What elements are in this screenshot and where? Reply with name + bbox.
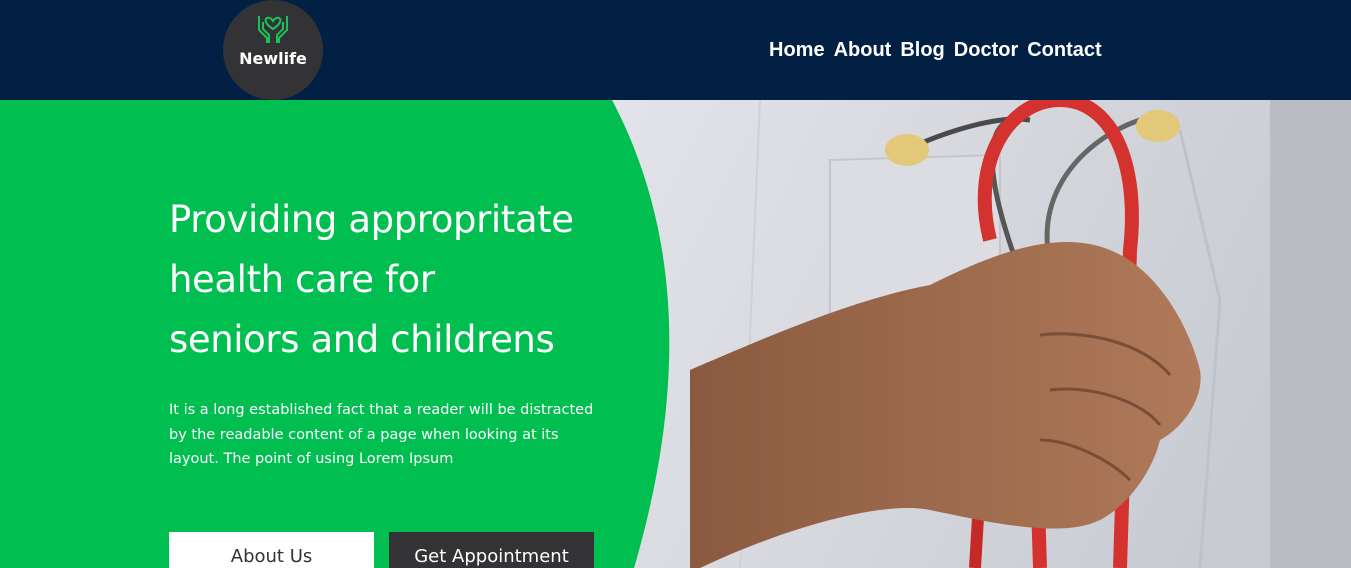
- brand-name: Newlife: [239, 49, 307, 68]
- nav-about[interactable]: About: [834, 38, 892, 62]
- nav-doctor[interactable]: Doctor: [954, 38, 1018, 62]
- hero-description: It is a long established fact that a rea…: [169, 402, 594, 467]
- nav-blog[interactable]: Blog: [900, 38, 944, 62]
- nav-contact[interactable]: Contact: [1027, 38, 1101, 62]
- hero-title-line-3: seniors and childrens: [169, 318, 555, 361]
- site-header: Newlife Home About Blog Doctor Contact: [0, 0, 1351, 100]
- about-us-button[interactable]: About Us: [169, 532, 374, 568]
- main-nav: Home About Blog Doctor Contact: [769, 38, 1102, 62]
- hands-heart-icon: [258, 16, 288, 43]
- nav-home[interactable]: Home: [769, 38, 825, 62]
- get-appointment-button[interactable]: Get Appointment: [389, 532, 594, 568]
- hero-section: Providing appropritate health care for s…: [0, 100, 1351, 568]
- hero-title: Providing appropritate health care for s…: [169, 190, 639, 370]
- hero-title-line-1: Providing appropritate: [169, 198, 574, 241]
- hero-title-line-2: health care for: [169, 258, 435, 301]
- logo[interactable]: Newlife: [223, 0, 323, 100]
